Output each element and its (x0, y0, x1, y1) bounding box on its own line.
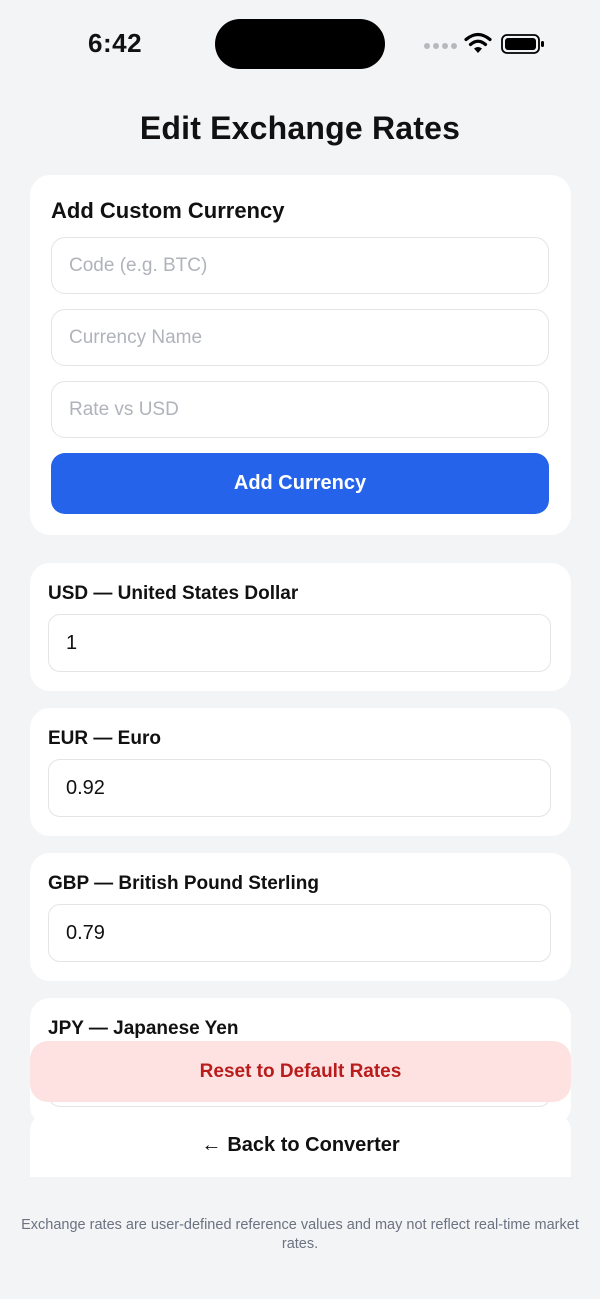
reset-default-rates-button[interactable]: Reset to Default Rates (30, 1041, 571, 1102)
dynamic-island (215, 19, 385, 69)
back-to-converter-button[interactable]: ← Back to Converter (30, 1113, 571, 1177)
add-custom-currency-card: Add Custom Currency Add Currency (30, 175, 571, 535)
rate-card-usd: USD — United States Dollar (30, 563, 571, 691)
back-to-converter-label: Back to Converter (227, 1133, 400, 1156)
rate-label: JPY — Japanese Yen (48, 1018, 239, 1039)
rate-input-eur[interactable] (48, 759, 551, 817)
rate-label: GBP — British Pound Sterling (48, 873, 319, 894)
rate-input-usd[interactable] (48, 614, 551, 672)
rate-input-gbp[interactable] (48, 904, 551, 962)
arrow-left-icon: ← (201, 1133, 222, 1156)
battery-icon (501, 34, 544, 54)
status-bar: 6:42 (0, 0, 600, 90)
rate-card-eur: EUR — Euro (30, 708, 571, 836)
add-custom-currency-title: Add Custom Currency (51, 198, 285, 223)
status-time: 6:42 (88, 28, 143, 58)
rate-label: EUR — Euro (48, 728, 161, 749)
currency-code-input[interactable] (51, 237, 549, 294)
wifi-icon (464, 32, 492, 53)
disclaimer-note: Exchange rates are user-defined referenc… (21, 1217, 579, 1252)
currency-name-input[interactable] (51, 309, 549, 366)
signal-dots-icon (424, 43, 457, 51)
rate-card-gbp: GBP — British Pound Sterling (30, 853, 571, 981)
page-title: Edit Exchange Rates (139, 110, 461, 146)
add-currency-button[interactable]: Add Currency (51, 453, 549, 514)
rate-vs-usd-input[interactable] (51, 381, 549, 438)
rate-label: USD — United States Dollar (48, 583, 299, 604)
